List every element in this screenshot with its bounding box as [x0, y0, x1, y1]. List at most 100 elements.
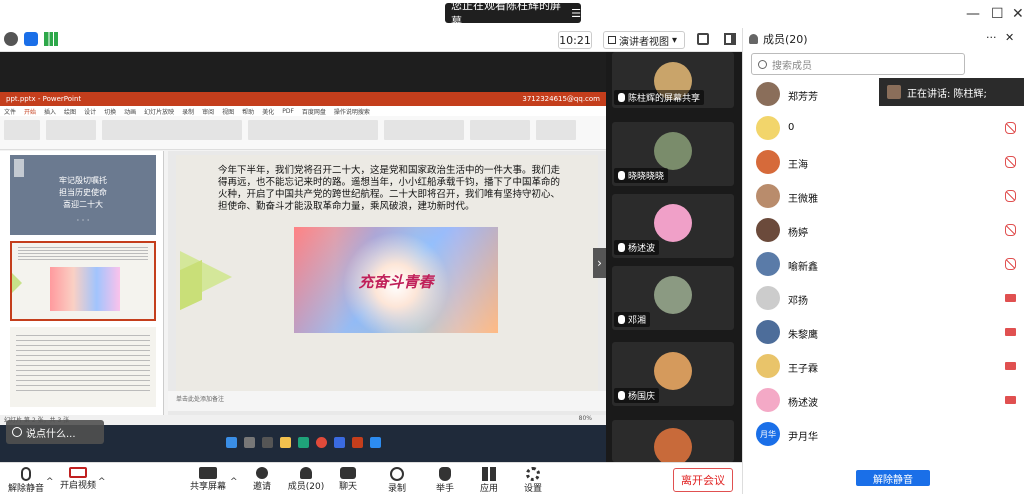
ppt-tab[interactable]: 操作说明搜索 — [334, 107, 370, 116]
ppt-tab[interactable]: PDF — [282, 108, 294, 115]
participant-row[interactable]: 邓扬 — [743, 284, 1024, 314]
banner-menu-icon[interactable]: ☰ — [571, 7, 581, 20]
ppt-tab[interactable]: 切换 — [104, 107, 116, 116]
ppt-tab[interactable]: 视图 — [222, 107, 234, 116]
ribbon-editing[interactable] — [470, 120, 530, 140]
participant-row[interactable]: 朱黎鹰 — [743, 318, 1024, 348]
settings-button[interactable]: 设置 — [509, 467, 557, 494]
ppt-tab[interactable]: 幻灯片放映 — [144, 107, 174, 116]
maximize-icon[interactable]: ☐ — [991, 6, 1004, 22]
leave-meeting-button[interactable]: 离开会议 — [673, 468, 733, 492]
ppt-tab[interactable]: 录制 — [182, 107, 194, 116]
info-icon[interactable] — [4, 32, 18, 46]
video-tile[interactable]: 杨述波 — [612, 194, 734, 258]
fullscreen-icon[interactable] — [697, 33, 709, 45]
ppt-tab[interactable]: 帮助 — [242, 107, 254, 116]
participant-row[interactable]: 0 — [743, 114, 1024, 144]
video-tile[interactable]: 杨国庆 — [612, 342, 734, 406]
mute-chevron-icon[interactable]: ^ — [46, 477, 54, 487]
search-input[interactable]: 搜索成员 — [751, 53, 965, 75]
invite-button[interactable]: 邀请 — [238, 467, 286, 492]
taskbar-app-icon[interactable] — [334, 437, 345, 448]
avatar: 月华 — [756, 422, 780, 446]
ppt-tab[interactable]: 美化 — [262, 107, 274, 116]
participant-row[interactable]: 杨述波 — [743, 386, 1024, 416]
record-button[interactable]: 录制 — [373, 467, 421, 494]
mic-muted-icon — [1005, 258, 1016, 270]
raise-hand-label: 举手 — [435, 484, 454, 494]
ribbon-font[interactable] — [102, 120, 242, 140]
ppt-tab[interactable]: 插入 — [44, 107, 56, 116]
raise-hand-button[interactable]: 举手 — [421, 467, 469, 494]
mic-muted-icon — [1005, 190, 1016, 202]
unmute-all-button[interactable]: 解除静音 — [856, 470, 930, 486]
ppt-tab[interactable]: 百度网盘 — [302, 107, 326, 116]
ppt-tab[interactable]: 绘图 — [64, 107, 76, 116]
ppt-tab[interactable]: 动画 — [124, 107, 136, 116]
participant-row[interactable]: 王微雅 — [743, 182, 1024, 212]
ppt-zoom[interactable]: 80% — [579, 415, 592, 422]
video-tile[interactable]: 晓晓晓晓 — [612, 122, 734, 186]
taskbar-meeting-icon[interactable] — [370, 437, 381, 448]
invite-label: 邀请 — [252, 482, 271, 492]
ppt-tab[interactable]: 文件 — [4, 107, 16, 116]
slide-image[interactable]: 充奋斗青春 — [294, 227, 498, 333]
close-icon[interactable]: ✕ — [1012, 6, 1024, 22]
ppt-tab[interactable]: 设计 — [84, 107, 96, 116]
minimize-icon[interactable]: — — [966, 6, 980, 22]
collapse-strip-button[interactable]: › — [593, 248, 606, 278]
video-tile[interactable]: 邓湘 — [612, 266, 734, 330]
ribbon-clipboard[interactable] — [4, 120, 40, 140]
view-mode-dropdown[interactable]: 演讲者视图 ▾ — [603, 31, 685, 49]
current-slide[interactable]: 今年下半年，我们党将召开二十大，这是党和国家政治生活中的一件大事。我们走得再远，… — [176, 155, 598, 391]
taskbar-chrome-icon[interactable] — [316, 437, 327, 448]
thumb-slide-3[interactable] — [10, 327, 156, 407]
video-tile-name: 邓湘 — [628, 316, 647, 326]
share-screen-button[interactable]: 共享屏幕 — [184, 467, 232, 492]
video-chevron-icon[interactable]: ^ — [98, 477, 106, 487]
windows-start-icon[interactable] — [226, 437, 237, 448]
viewing-banner[interactable]: 您正在观看陈柱辉的屏幕 ☰ — [445, 0, 581, 28]
ppt-tab[interactable]: 审阅 — [202, 107, 214, 116]
avatar — [756, 388, 780, 412]
video-strip: 陈柱辉的屏幕共享晓晓晓晓杨述波邓湘杨国庆 — [606, 52, 742, 462]
video-tile-partial[interactable] — [612, 420, 734, 462]
participant-row[interactable]: 王子霖 — [743, 352, 1024, 382]
panel-toggle-icon[interactable] — [724, 33, 736, 45]
chat-button[interactable]: 聊天 — [324, 467, 372, 492]
taskbar-powerpoint-icon[interactable] — [352, 437, 363, 448]
participant-row[interactable]: 月华 尹月华 — [743, 420, 1024, 450]
ribbon-slides[interactable] — [46, 120, 96, 140]
apps-button[interactable]: 应用 — [465, 467, 513, 494]
signal-icon[interactable] — [44, 32, 58, 46]
avatar — [756, 354, 780, 378]
thumb-slide-1[interactable]: 牢记殷切嘱托 担当历史使命 喜迎二十大 · · · — [10, 155, 156, 235]
video-tile[interactable]: 陈柱辉的屏幕共享 — [612, 52, 734, 108]
taskbar-taskview-icon[interactable] — [262, 437, 273, 448]
mic-muted-icon — [1005, 156, 1016, 168]
meeting-toolbar: 10:21 演讲者视图 ▾ — [0, 28, 742, 52]
shared-screen-margin — [0, 52, 606, 92]
chat-input-overlay[interactable]: 说点什么... — [6, 420, 104, 444]
ribbon-paragraph[interactable] — [248, 120, 378, 140]
shield-icon[interactable] — [24, 32, 38, 46]
notes-pane[interactable]: 单击此处添加备注 — [168, 391, 606, 411]
participant-row[interactable]: 喻新鑫 — [743, 250, 1024, 280]
taskbar-edge-icon[interactable] — [298, 437, 309, 448]
ribbon-save[interactable] — [536, 120, 576, 140]
mute-button[interactable]: 解除静音 — [2, 467, 50, 494]
panel-close-icon[interactable]: ✕ — [1005, 31, 1014, 44]
video-tile-name: 晓晓晓晓 — [628, 172, 665, 182]
participant-row[interactable]: 王海 — [743, 148, 1024, 178]
video-button[interactable]: 开启视频 — [54, 467, 102, 491]
taskbar-search-icon[interactable] — [244, 437, 255, 448]
participant-row[interactable]: 杨婷 — [743, 216, 1024, 246]
thumb-slide-2[interactable] — [10, 241, 156, 321]
share-chevron-icon[interactable]: ^ — [230, 477, 238, 487]
ppt-tab[interactable]: 开始 — [24, 107, 36, 116]
more-icon[interactable]: ··· — [986, 31, 997, 44]
members-button[interactable]: 成员(20) — [282, 467, 330, 492]
mic-muted-icon — [1005, 122, 1016, 134]
taskbar-explorer-icon[interactable] — [280, 437, 291, 448]
ribbon-drawing[interactable] — [384, 120, 464, 140]
